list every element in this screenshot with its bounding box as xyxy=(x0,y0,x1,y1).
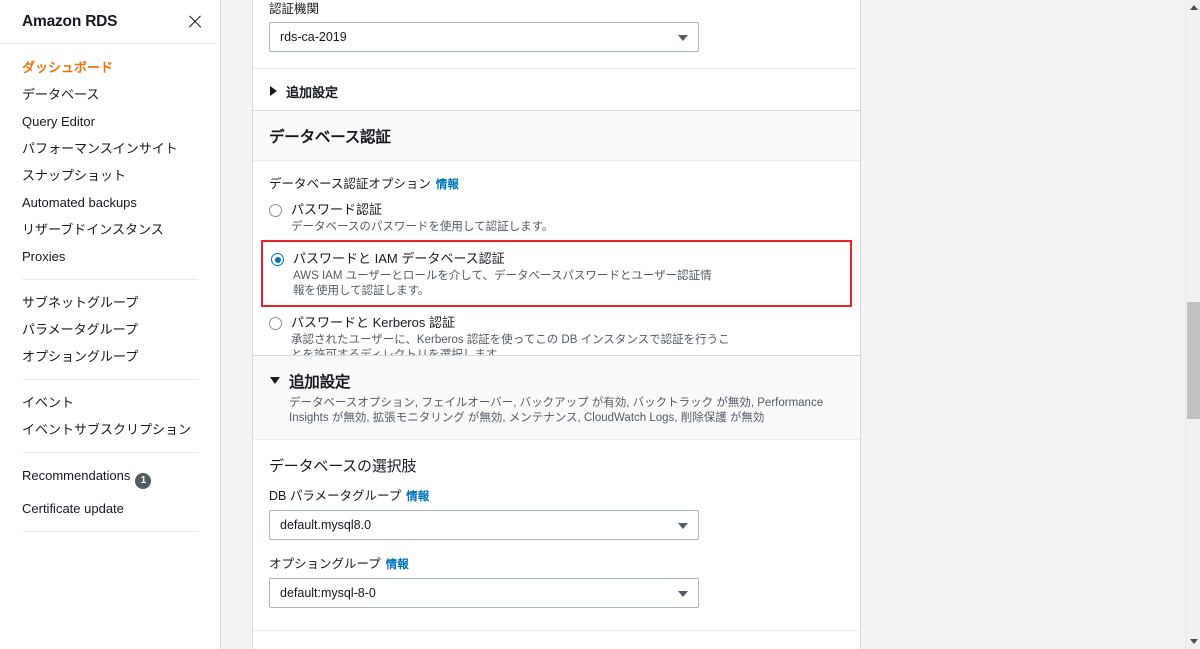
ca-additional-settings-label: 追加設定 xyxy=(286,85,339,100)
sidebar-title: Amazon RDS xyxy=(22,12,118,30)
db-auth-options-label-text: データベース認証オプション xyxy=(269,177,431,191)
additional-settings-expander[interactable]: 追加設定 データベースオプション, フェイルオーバー, バックアップ が有効, … xyxy=(253,356,860,440)
radio-icon[interactable] xyxy=(269,317,282,330)
sidebar-nav: ダッシュボード データベース Query Editor パフォーマンスインサイト… xyxy=(0,44,220,532)
radio-label: パスワードと Kerberos 認証 xyxy=(291,315,455,330)
sidebar-item-events[interactable]: イベント xyxy=(0,389,220,416)
database-authentication-header: データベース認証 xyxy=(253,111,860,161)
status-badge: 1 xyxy=(135,472,152,489)
sidebar-divider xyxy=(22,279,198,280)
sidebar-item-reserved-instances[interactable]: リザーブドインスタンス xyxy=(0,216,220,243)
chevron-down-icon xyxy=(270,377,280,384)
sidebar-item-recommendations[interactable]: Recommendations 1 xyxy=(0,462,220,495)
scroll-up-button[interactable] xyxy=(1186,0,1200,15)
option-group-field: オプショングループ 情報 default:mysql-8-0 xyxy=(269,556,844,608)
page-scrollbar[interactable] xyxy=(1185,0,1200,649)
page-title: データベース認証 xyxy=(269,129,391,146)
radio-option-password-auth[interactable]: パスワード認証 データベースのパスワードを使用して認証します。 xyxy=(269,198,844,235)
chevron-down-icon xyxy=(678,34,688,41)
database-options-title: データベースの選択肢 xyxy=(269,458,417,475)
chevron-down-icon xyxy=(678,590,688,597)
radio-icon-selected[interactable] xyxy=(271,253,284,266)
sidebar-item-databases[interactable]: データベース xyxy=(0,81,220,108)
scroll-thumb[interactable] xyxy=(1187,302,1200,419)
option-group-select[interactable]: default:mysql-8-0 xyxy=(269,578,699,608)
chevron-right-icon xyxy=(270,86,277,96)
additional-settings-title: 追加設定 xyxy=(289,374,351,391)
sidebar-item-event-subscriptions[interactable]: イベントサブスクリプション xyxy=(0,416,220,443)
info-link[interactable]: 情報 xyxy=(406,491,429,503)
db-parameter-group-label-text: DB パラメータグループ xyxy=(269,489,402,503)
database-authentication-card: データベース認証 データベース認証オプション 情報 パスワード認証 データベースの… xyxy=(252,110,861,382)
certificate-authority-card: 認証機関 rds-ca-2019 追加設定 xyxy=(252,0,861,115)
option-group-label-text: オプショングループ xyxy=(269,557,381,571)
db-parameter-group-select[interactable]: default.mysql8.0 xyxy=(269,510,699,540)
ca-additional-settings-expander[interactable]: 追加設定 xyxy=(253,68,860,114)
option-group-label: オプショングループ 情報 xyxy=(269,556,844,573)
option-group-value: default:mysql-8-0 xyxy=(280,586,376,600)
sidebar-item-proxies[interactable]: Proxies xyxy=(0,243,220,270)
radio-description: データベースのパスワードを使用して認証します。 xyxy=(291,221,554,233)
db-parameter-group-field: DB パラメータグループ 情報 default.mysql8.0 xyxy=(269,488,844,540)
sidebar-item-snapshots[interactable]: スナップショット xyxy=(0,162,220,189)
sidebar: Amazon RDS ダッシュボード データベース Query Editor パ… xyxy=(0,0,221,649)
chevron-down-icon xyxy=(678,522,688,529)
scroll-down-button[interactable] xyxy=(1186,634,1200,649)
highlight-box-iam-auth: パスワードと IAM データベース認証 AWS IAM ユーザーとロールを介して… xyxy=(261,240,852,307)
db-parameter-group-label: DB パラメータグループ 情報 xyxy=(269,488,844,505)
sidebar-header: Amazon RDS xyxy=(0,0,220,44)
info-link[interactable]: 情報 xyxy=(386,559,409,571)
app-root: Amazon RDS ダッシュボード データベース Query Editor パ… xyxy=(0,0,1200,649)
info-link[interactable]: 情報 xyxy=(436,179,459,191)
ca-select[interactable]: rds-ca-2019 xyxy=(269,22,699,52)
chevron-down-icon xyxy=(1189,639,1198,644)
additional-settings-card: 追加設定 データベースオプション, フェイルオーバー, バックアップ が有効, … xyxy=(252,355,861,649)
radio-description: AWS IAM ユーザーとロールを介して、データベースパスワードとユーザー認証情… xyxy=(293,270,712,297)
ca-field-label: 認証機関 xyxy=(269,2,320,16)
sidebar-item-parameter-groups[interactable]: パラメータグループ xyxy=(0,316,220,343)
sidebar-item-performance-insights[interactable]: パフォーマンスインサイト xyxy=(0,135,220,162)
sidebar-divider xyxy=(22,452,198,453)
radio-icon[interactable] xyxy=(269,204,282,217)
ca-select-value: rds-ca-2019 xyxy=(280,30,347,44)
db-parameter-group-value: default.mysql8.0 xyxy=(280,518,372,532)
sidebar-item-label: Recommendations xyxy=(22,468,131,483)
radio-label: パスワード認証 xyxy=(291,202,383,217)
db-auth-options-label: データベース認証オプション 情報 xyxy=(269,176,844,193)
radio-label: パスワードと IAM データベース認証 xyxy=(293,251,505,266)
sidebar-divider xyxy=(22,530,198,532)
chevron-up-icon xyxy=(1189,5,1198,10)
sidebar-item-dashboard[interactable]: ダッシュボード xyxy=(0,54,220,81)
database-options-section: データベースの選択肢 DB パラメータグループ 情報 default.mysql8… xyxy=(253,440,860,630)
sidebar-divider xyxy=(22,379,198,380)
additional-settings-summary: データベースオプション, フェイルオーバー, バックアップ が有効, バックトラ… xyxy=(289,397,824,424)
sidebar-item-automated-backups[interactable]: Automated backups xyxy=(0,189,220,216)
backup-section: バックアップ 自動バックアップを有効にします xyxy=(253,631,860,649)
sidebar-item-subnet-groups[interactable]: サブネットグループ xyxy=(0,289,220,316)
radio-option-password-and-iam-auth[interactable]: パスワードと IAM データベース認証 AWS IAM ユーザーとロールを介して… xyxy=(271,247,842,299)
close-icon[interactable] xyxy=(186,13,204,31)
sidebar-item-query-editor[interactable]: Query Editor xyxy=(0,108,220,135)
sidebar-item-certificate-update[interactable]: Certificate update xyxy=(0,495,220,522)
main-content: 認証機関 rds-ca-2019 追加設定 データベース認証 データベース認証オ… xyxy=(221,0,1200,649)
sidebar-item-option-groups[interactable]: オプショングループ xyxy=(0,343,220,370)
